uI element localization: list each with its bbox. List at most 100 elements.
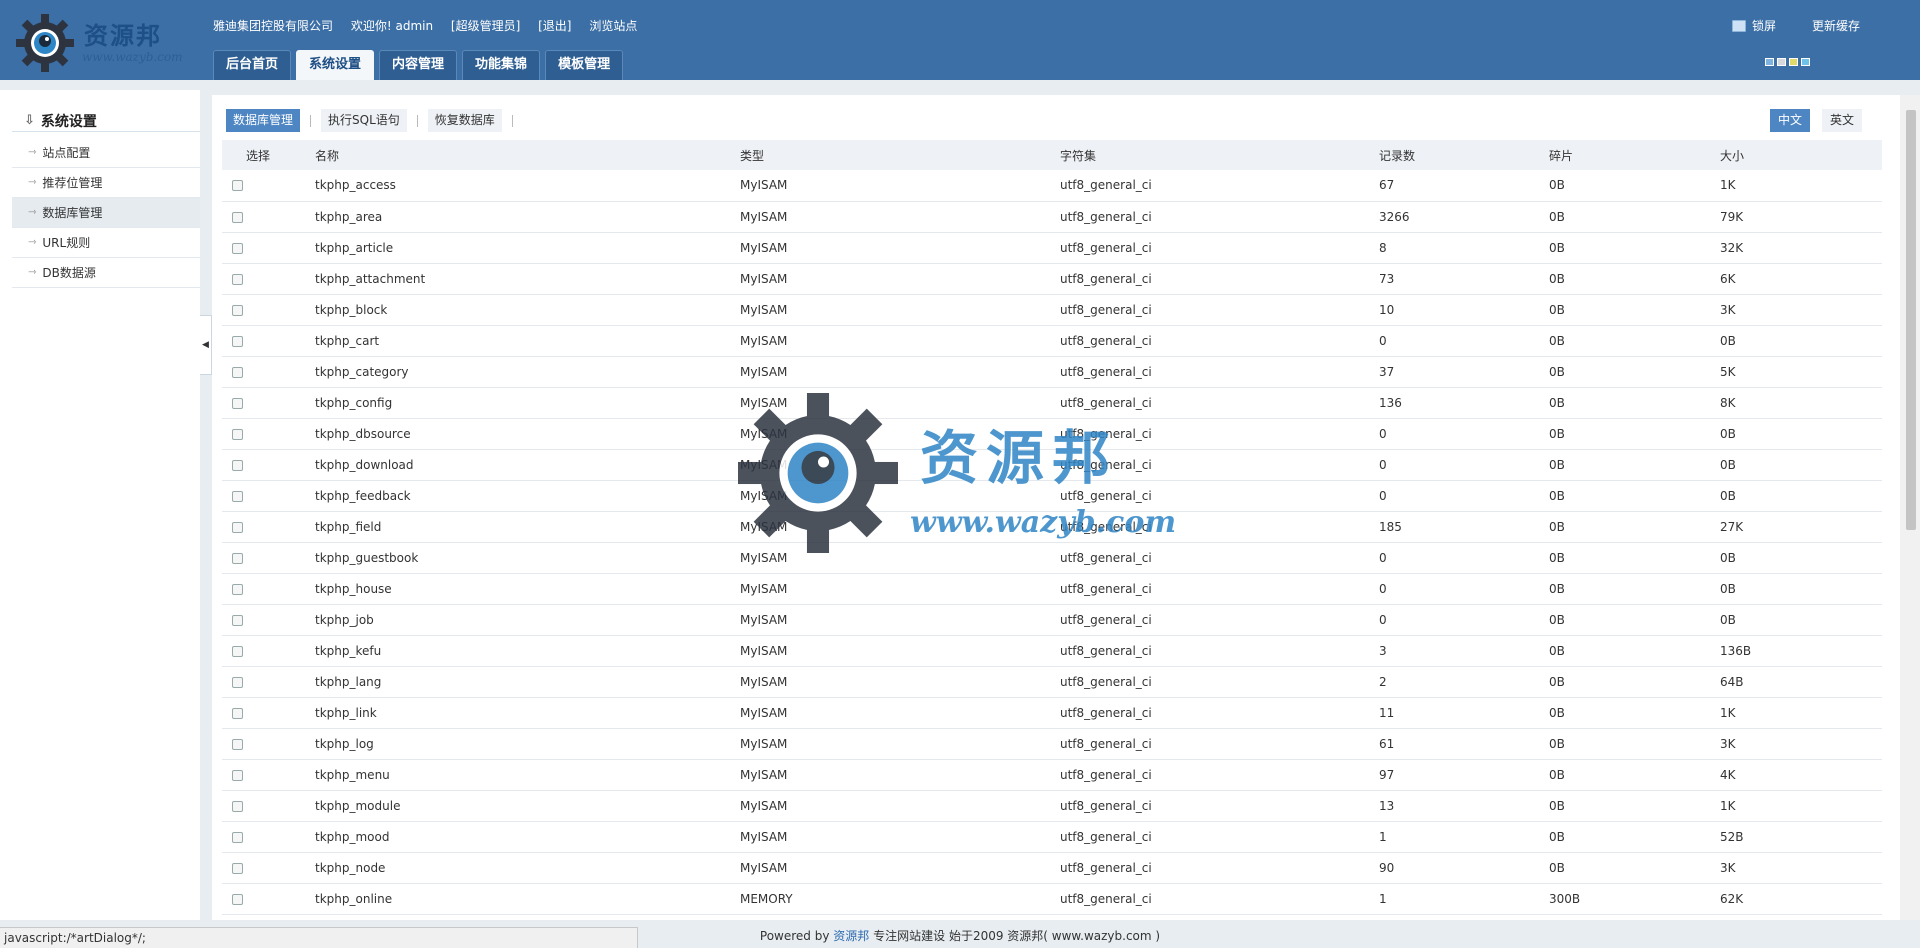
role-link[interactable]: [超级管理员] bbox=[451, 19, 520, 33]
tab-system-settings[interactable]: 系统设置 bbox=[296, 50, 375, 80]
sidebar-item-recommend[interactable]: ⇾ 推荐位管理 bbox=[12, 168, 200, 198]
row-checkbox[interactable] bbox=[232, 273, 243, 285]
col-name: 名称 bbox=[315, 140, 740, 170]
row-checkbox[interactable] bbox=[232, 707, 243, 719]
charset-cell: utf8_general_ci bbox=[1060, 728, 1379, 760]
table-row: tkphp_article MyISAM utf8_general_ci 8 0B 32K bbox=[222, 232, 1882, 264]
row-checkbox[interactable] bbox=[232, 180, 243, 192]
row-checkbox[interactable] bbox=[232, 831, 243, 843]
vertical-scrollbar[interactable] bbox=[1900, 95, 1920, 920]
row-checkbox[interactable] bbox=[232, 490, 243, 502]
row-select-cell bbox=[222, 821, 315, 853]
scrollbar-thumb[interactable] bbox=[1906, 110, 1916, 530]
row-select-cell bbox=[222, 232, 315, 264]
table-row: tkphp_lang MyISAM utf8_general_ci 2 0B 64B bbox=[222, 666, 1882, 698]
table-row: tkphp_node MyISAM utf8_general_ci 90 0B 3K bbox=[222, 852, 1882, 884]
row-checkbox[interactable] bbox=[232, 645, 243, 657]
size-cell: 3K bbox=[1720, 728, 1882, 760]
engine-type-cell: MEMORY bbox=[740, 883, 1060, 915]
table-row: tkphp_online MEMORY utf8_general_ci 1 300B 62… bbox=[222, 883, 1882, 915]
row-select-cell bbox=[222, 387, 315, 419]
logo-url: www.wazyb.com bbox=[82, 50, 183, 64]
table-row: tkphp_area MyISAM utf8_general_ci 3266 0B 79K bbox=[222, 201, 1882, 233]
skin-swatch[interactable] bbox=[1801, 58, 1810, 66]
row-checkbox[interactable] bbox=[232, 893, 243, 905]
row-select-cell bbox=[222, 790, 315, 822]
record-count-cell: 0 bbox=[1379, 449, 1549, 481]
table-name-cell: tkphp_lang bbox=[315, 666, 740, 698]
size-cell: 6K bbox=[1720, 263, 1882, 295]
arrow-right-icon: ⇾ bbox=[28, 266, 37, 278]
row-checkbox[interactable] bbox=[232, 459, 243, 471]
fragment-cell: 0B bbox=[1549, 387, 1720, 419]
row-select-cell bbox=[222, 263, 315, 295]
sidebar-item-label: 站点配置 bbox=[42, 145, 91, 160]
row-checkbox[interactable] bbox=[232, 335, 243, 347]
row-select-cell bbox=[222, 883, 315, 915]
lang-en-button[interactable]: 英文 bbox=[1821, 109, 1862, 132]
row-checkbox[interactable] bbox=[232, 769, 243, 781]
row-checkbox[interactable] bbox=[232, 676, 243, 688]
row-checkbox[interactable] bbox=[232, 738, 243, 750]
tab-content-management[interactable]: 内容管理 bbox=[379, 50, 458, 80]
size-cell: 0B bbox=[1720, 325, 1882, 357]
row-checkbox[interactable] bbox=[232, 397, 243, 409]
gear-eye-logo-icon bbox=[16, 14, 74, 72]
footer-brand-link[interactable]: 资源邦 bbox=[833, 929, 869, 943]
site-logo[interactable]: 资源邦 www.wazyb.com bbox=[16, 14, 186, 72]
sidebar-item-label: DB数据源 bbox=[42, 265, 96, 280]
row-select-cell bbox=[222, 759, 315, 791]
skin-swatch[interactable] bbox=[1789, 58, 1798, 66]
row-checkbox[interactable] bbox=[232, 211, 243, 223]
fragment-cell: 0B bbox=[1549, 728, 1720, 760]
charset-cell: utf8_general_ci bbox=[1060, 511, 1379, 543]
fragment-cell: 300B bbox=[1549, 883, 1720, 915]
table-header-row: 选择 名称 类型 字符集 记录数 碎片 大小 bbox=[222, 140, 1882, 170]
refresh-cache-button[interactable]: 更新缓存 bbox=[1812, 17, 1860, 34]
lock-screen-button[interactable]: 锁屏 bbox=[1731, 17, 1776, 34]
row-checkbox[interactable] bbox=[232, 521, 243, 533]
row-checkbox[interactable] bbox=[232, 428, 243, 440]
tab-features[interactable]: 功能集锦 bbox=[462, 50, 541, 80]
skin-swatch[interactable] bbox=[1765, 58, 1774, 66]
footer-text: 专注网站建设 始于2009 资源邦( www.wazyb.com ) bbox=[873, 929, 1161, 943]
restore-db-button[interactable]: 恢复数据库 bbox=[427, 109, 502, 132]
table-name-cell: tkphp_job bbox=[315, 604, 740, 636]
tab-templates[interactable]: 模板管理 bbox=[545, 50, 624, 80]
row-checkbox[interactable] bbox=[232, 552, 243, 564]
engine-type-cell: MyISAM bbox=[740, 573, 1060, 605]
table-name-cell: tkphp_module bbox=[315, 790, 740, 822]
lang-cn-button[interactable]: 中文 bbox=[1769, 109, 1810, 132]
row-select-cell bbox=[222, 697, 315, 729]
sidebar-item-site-config[interactable]: ⇾ 站点配置 bbox=[12, 138, 200, 168]
tab-home[interactable]: 后台首页 bbox=[213, 50, 292, 80]
db-manage-button[interactable]: 数据库管理 bbox=[226, 109, 301, 132]
row-checkbox[interactable] bbox=[232, 304, 243, 316]
charset-cell: utf8_general_ci bbox=[1060, 883, 1379, 915]
top-actions: 锁屏 更新缓存 bbox=[1731, 17, 1860, 34]
row-checkbox[interactable] bbox=[232, 366, 243, 378]
row-checkbox[interactable] bbox=[232, 862, 243, 874]
sidebar-item-url-rules[interactable]: ⇾ URL规则 bbox=[12, 228, 200, 258]
sidebar-collapse-toggle[interactable]: ◀ bbox=[200, 315, 212, 375]
logout-link[interactable]: [退出] bbox=[538, 19, 571, 33]
table-name-cell: tkphp_dbsource bbox=[315, 418, 740, 450]
size-cell: 32K bbox=[1720, 232, 1882, 264]
engine-type-cell: MyISAM bbox=[740, 666, 1060, 698]
row-checkbox[interactable] bbox=[232, 800, 243, 812]
sidebar-item-db-source[interactable]: ⇾ DB数据源 bbox=[12, 258, 200, 288]
row-checkbox[interactable] bbox=[232, 614, 243, 626]
engine-type-cell: MyISAM bbox=[740, 697, 1060, 729]
fragment-cell: 0B bbox=[1549, 790, 1720, 822]
exec-sql-button[interactable]: 执行SQL语句 bbox=[321, 109, 407, 132]
row-checkbox[interactable] bbox=[232, 583, 243, 595]
skin-swatch[interactable] bbox=[1777, 58, 1786, 66]
charset-cell: utf8_general_ci bbox=[1060, 666, 1379, 698]
engine-type-cell: MyISAM bbox=[740, 232, 1060, 264]
row-checkbox[interactable] bbox=[232, 242, 243, 254]
size-cell: 8K bbox=[1720, 387, 1882, 419]
sidebar-item-database[interactable]: ⇾ 数据库管理 bbox=[12, 198, 200, 228]
browse-site-link[interactable]: 浏览站点 bbox=[589, 19, 637, 33]
record-count-cell: 2 bbox=[1379, 666, 1549, 698]
table-row: tkphp_access MyISAM utf8_general_ci 67 0B 1K bbox=[222, 170, 1882, 202]
